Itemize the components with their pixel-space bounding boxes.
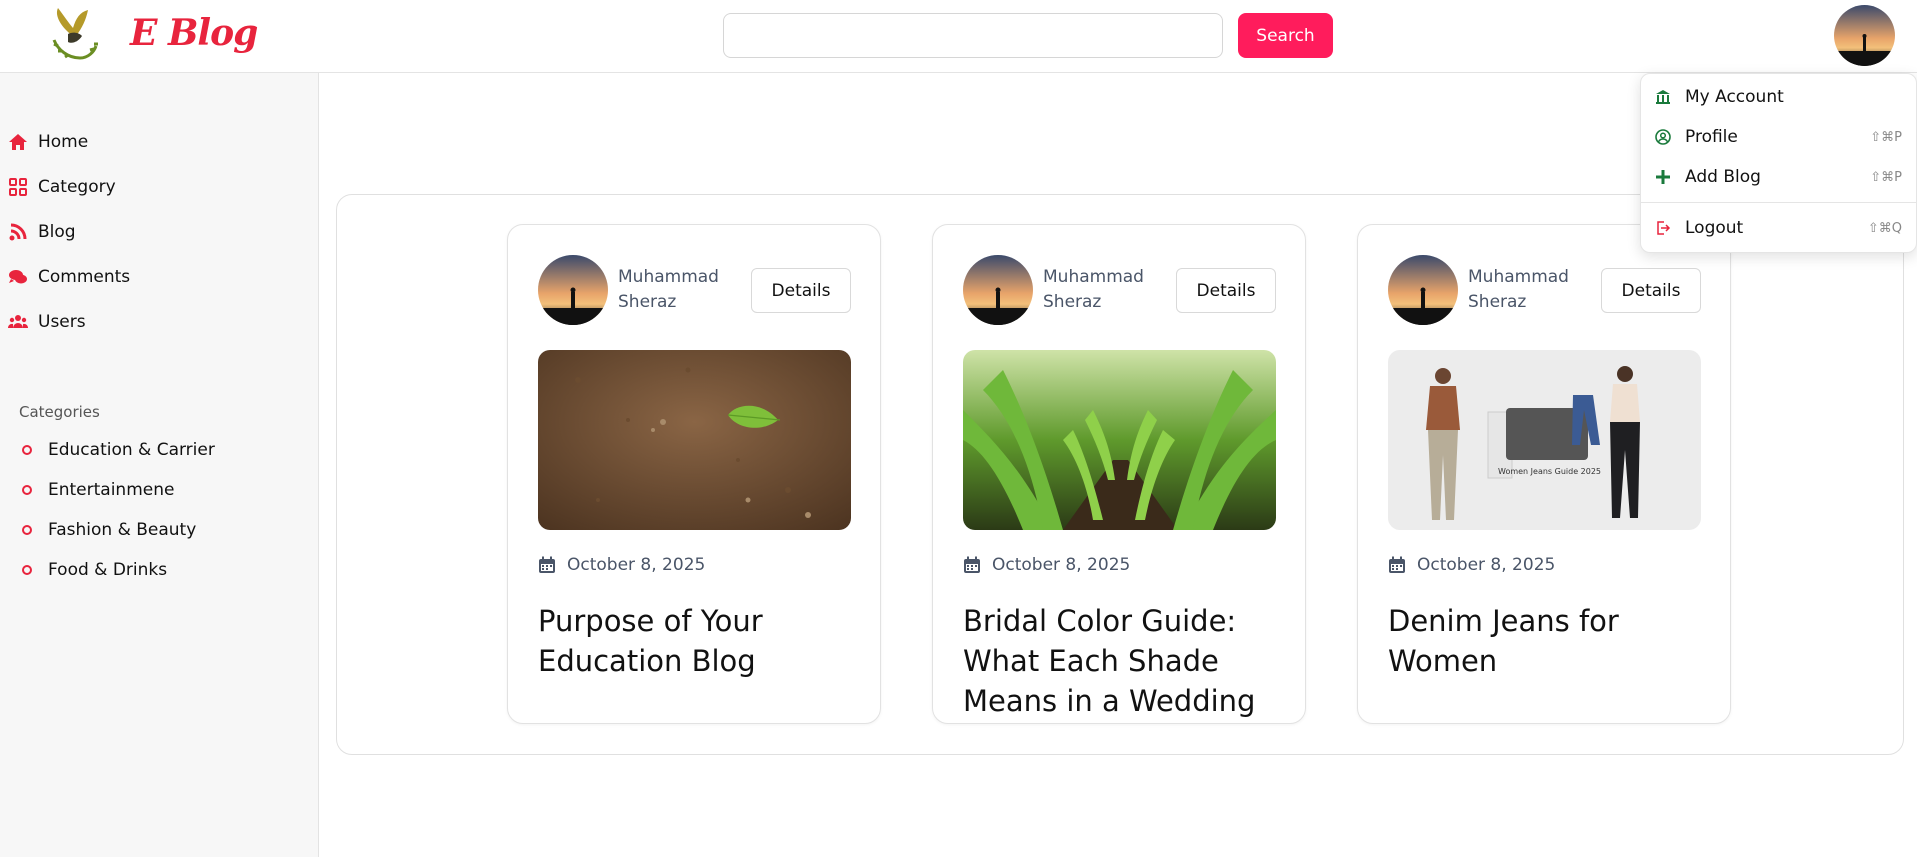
- author-avatar: [963, 255, 1033, 325]
- bank-icon: [1656, 90, 1670, 104]
- post-date: October 8, 2025: [538, 555, 705, 575]
- post-title[interactable]: Denim Jeans for Women: [1388, 601, 1708, 681]
- blog-card: Muhammad Sheraz Details October 8, 2025 …: [932, 224, 1306, 724]
- author-avatar: [1388, 255, 1458, 325]
- category-item[interactable]: Entertainmene: [22, 476, 174, 504]
- search-button[interactable]: Search: [1238, 13, 1333, 58]
- category-label: Education & Carrier: [48, 440, 215, 460]
- post-title[interactable]: Bridal Color Guide: What Each Shade Mean…: [963, 601, 1283, 721]
- blog-icon: [9, 223, 27, 241]
- categories-heading: Categories: [19, 403, 100, 421]
- category-label: Fashion & Beauty: [48, 520, 197, 540]
- dropdown-item-add-blog[interactable]: Add Blog ⇧⌘P: [1655, 163, 1902, 191]
- sidebar-item-blog[interactable]: Blog: [8, 217, 76, 247]
- post-date-text: October 8, 2025: [992, 555, 1131, 575]
- sidebar-item-label: Comments: [38, 267, 131, 287]
- home-icon: [9, 134, 27, 150]
- author-avatar: [538, 255, 608, 325]
- post-date-text: October 8, 2025: [567, 555, 706, 575]
- details-button[interactable]: Details: [751, 268, 851, 313]
- dropdown-item-label: Logout: [1685, 218, 1744, 238]
- blog-image[interactable]: [963, 350, 1276, 530]
- dove-logo-icon[interactable]: [44, 6, 102, 64]
- comments-icon: [9, 270, 27, 284]
- shortcut-hint: ⇧⌘P: [1870, 129, 1902, 145]
- calendar-icon: [1389, 556, 1405, 573]
- user-avatar[interactable]: [1834, 5, 1895, 66]
- shortcut-hint: ⇧⌘P: [1870, 169, 1902, 185]
- sidebar-item-users[interactable]: Users: [8, 307, 86, 337]
- calendar-icon: [539, 556, 555, 573]
- dropdown-divider: [1641, 202, 1916, 203]
- sidebar-item-label: Blog: [38, 222, 76, 242]
- jeans-guide-caption: Women Jeans Guide 2025: [1498, 467, 1601, 476]
- author-name: Muhammad Sheraz: [1043, 267, 1144, 312]
- post-title[interactable]: Purpose of Your Education Blog: [538, 601, 858, 681]
- dropdown-heading-label: My Account: [1685, 87, 1784, 107]
- author-name: Muhammad Sheraz: [1468, 267, 1569, 312]
- sidebar-item-home[interactable]: Home: [8, 127, 88, 157]
- account-dropdown-menu: My Account Profile ⇧⌘P Add Blog ⇧⌘P Logo…: [1640, 73, 1917, 253]
- blog-card: Muhammad Sheraz Details Women Jeans Guid…: [1357, 224, 1731, 724]
- details-button[interactable]: Details: [1176, 268, 1276, 313]
- logout-icon: [1657, 221, 1671, 235]
- user-circle-icon: [1655, 129, 1671, 145]
- sidebar: Home Category Blog Comments Users Catego…: [0, 73, 319, 857]
- dropdown-item-profile[interactable]: Profile ⇧⌘P: [1655, 123, 1902, 151]
- dropdown-item-logout[interactable]: Logout ⇧⌘Q: [1655, 214, 1902, 242]
- category-item[interactable]: Food & Drinks: [22, 556, 167, 584]
- blog-image[interactable]: [538, 350, 851, 530]
- sidebar-item-label: Home: [38, 132, 89, 152]
- blog-card: Muhammad Sheraz Details October 8, 2025 …: [507, 224, 881, 724]
- category-label: Entertainmene: [48, 480, 175, 500]
- top-bar: E Blog Search: [0, 0, 1917, 73]
- sidebar-item-category[interactable]: Category: [8, 172, 116, 202]
- brand-logo-text[interactable]: E Blog: [130, 12, 258, 54]
- shortcut-hint: ⇧⌘Q: [1867, 220, 1902, 236]
- users-icon: [8, 315, 28, 328]
- dropdown-heading: My Account: [1655, 83, 1902, 111]
- sidebar-item-comments[interactable]: Comments: [8, 262, 130, 292]
- blog-image[interactable]: Women Jeans Guide 2025: [1388, 350, 1701, 530]
- circle-icon: [22, 565, 32, 575]
- category-item[interactable]: Education & Carrier: [22, 436, 215, 464]
- plus-icon: [1656, 170, 1670, 184]
- circle-icon: [22, 485, 32, 495]
- circle-icon: [22, 445, 32, 455]
- sidebar-item-label: Category: [38, 177, 116, 197]
- calendar-icon: [964, 556, 980, 573]
- search-input[interactable]: [723, 13, 1223, 58]
- grid-icon: [9, 178, 27, 196]
- dropdown-item-label: Profile: [1685, 127, 1738, 147]
- post-date-text: October 8, 2025: [1417, 555, 1556, 575]
- post-date: October 8, 2025: [963, 555, 1130, 575]
- details-button[interactable]: Details: [1601, 268, 1701, 313]
- author-name: Muhammad Sheraz: [618, 267, 719, 312]
- sidebar-item-label: Users: [38, 312, 86, 332]
- post-date: October 8, 2025: [1388, 555, 1555, 575]
- category-label: Food & Drinks: [48, 560, 168, 580]
- circle-icon: [22, 525, 32, 535]
- dropdown-item-label: Add Blog: [1685, 167, 1761, 187]
- category-item[interactable]: Fashion & Beauty: [22, 516, 196, 544]
